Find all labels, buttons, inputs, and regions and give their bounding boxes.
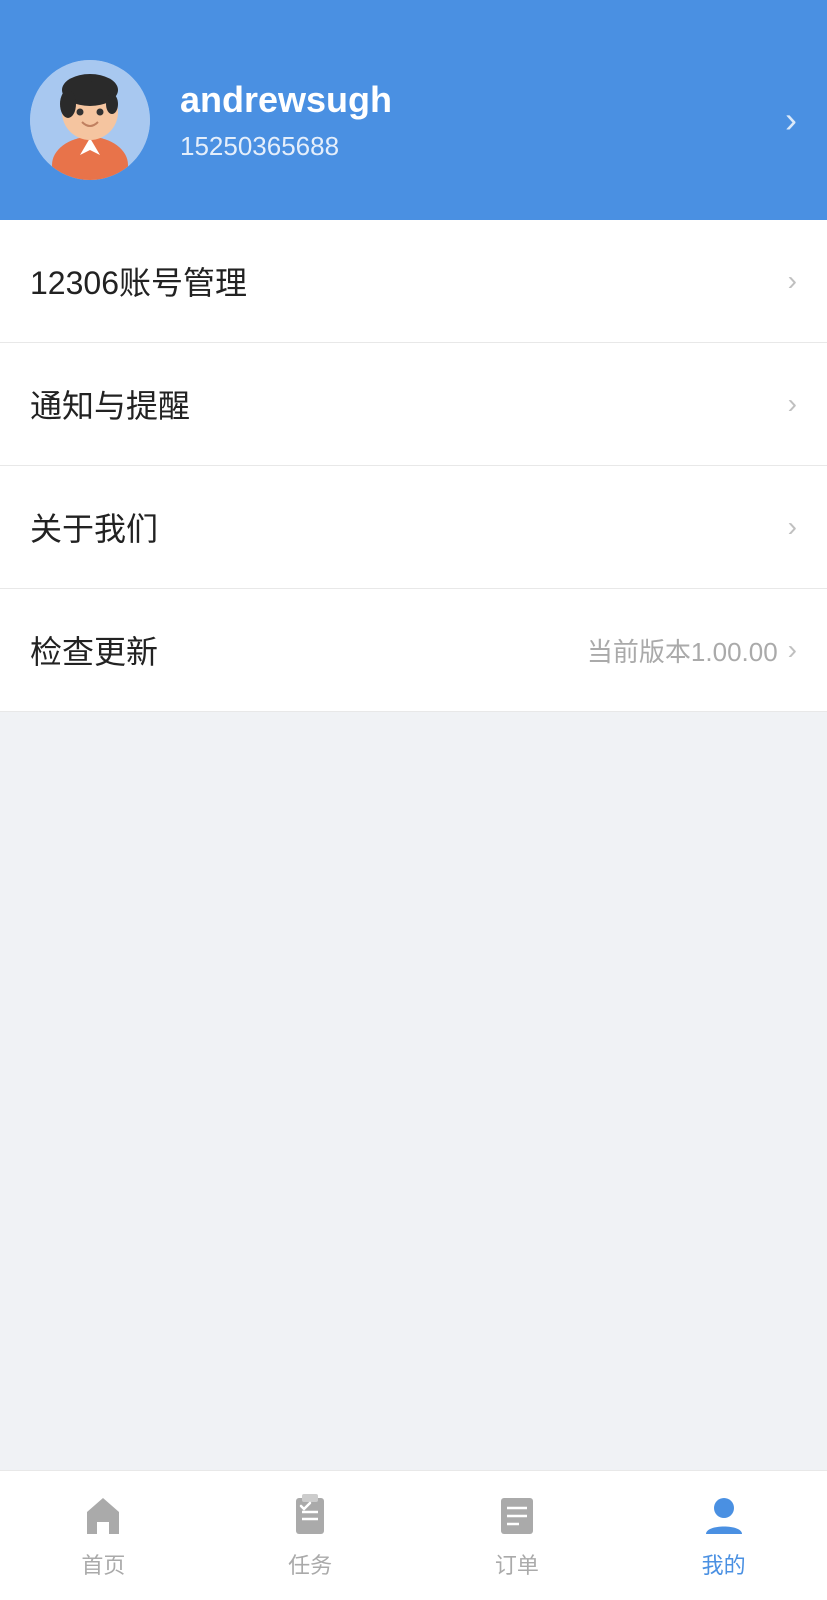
menu-item-update-label: 检查更新 [30,627,158,673]
profile-info: andrewsugh 15250365688 [180,79,755,162]
menu-item-account-right: › [788,265,797,297]
order-icon [493,1492,541,1540]
menu-item-about-label: 关于我们 [30,504,158,550]
nav-label-profile: 我的 [702,1548,746,1580]
menu-item-about-chevron: › [788,511,797,543]
menu-item-update-right: 当前版本1.00.00 › [587,632,797,669]
nav-item-home[interactable]: 首页 [0,1471,207,1600]
menu-item-notifications-label: 通知与提醒 [30,381,190,427]
menu-item-account-label: 12306账号管理 [30,258,247,304]
menu-item-update[interactable]: 检查更新 当前版本1.00.00 › [0,589,827,712]
profile-header[interactable]: andrewsugh 15250365688 › [0,0,827,220]
menu-item-update-value: 当前版本1.00.00 [587,632,778,669]
menu-list: 12306账号管理 › 通知与提醒 › 关于我们 › 检查更新 当前版本1.00… [0,220,827,712]
profile-chevron-icon: › [785,99,797,141]
avatar [30,60,150,180]
menu-item-account-chevron: › [788,265,797,297]
menu-item-update-chevron: › [788,634,797,666]
menu-item-about-right: › [788,511,797,543]
content-spacer [0,712,827,1470]
profile-phone: 15250365688 [180,131,755,162]
menu-item-notifications-chevron: › [788,388,797,420]
menu-item-about[interactable]: 关于我们 › [0,466,827,589]
nav-item-order[interactable]: 订单 [414,1471,621,1600]
menu-item-notifications[interactable]: 通知与提醒 › [0,343,827,466]
nav-item-profile[interactable]: 我的 [620,1471,827,1600]
home-icon [79,1492,127,1540]
profile-username: andrewsugh [180,79,755,121]
nav-item-task[interactable]: 任务 [207,1471,414,1600]
profile-icon [700,1492,748,1540]
menu-item-account[interactable]: 12306账号管理 › [0,220,827,343]
menu-item-notifications-right: › [788,388,797,420]
nav-label-order: 订单 [495,1548,539,1580]
bottom-navigation: 首页 任务 订单 我的 [0,1470,827,1600]
nav-label-task: 任务 [288,1548,332,1580]
nav-label-home: 首页 [81,1548,125,1580]
task-icon [286,1492,334,1540]
